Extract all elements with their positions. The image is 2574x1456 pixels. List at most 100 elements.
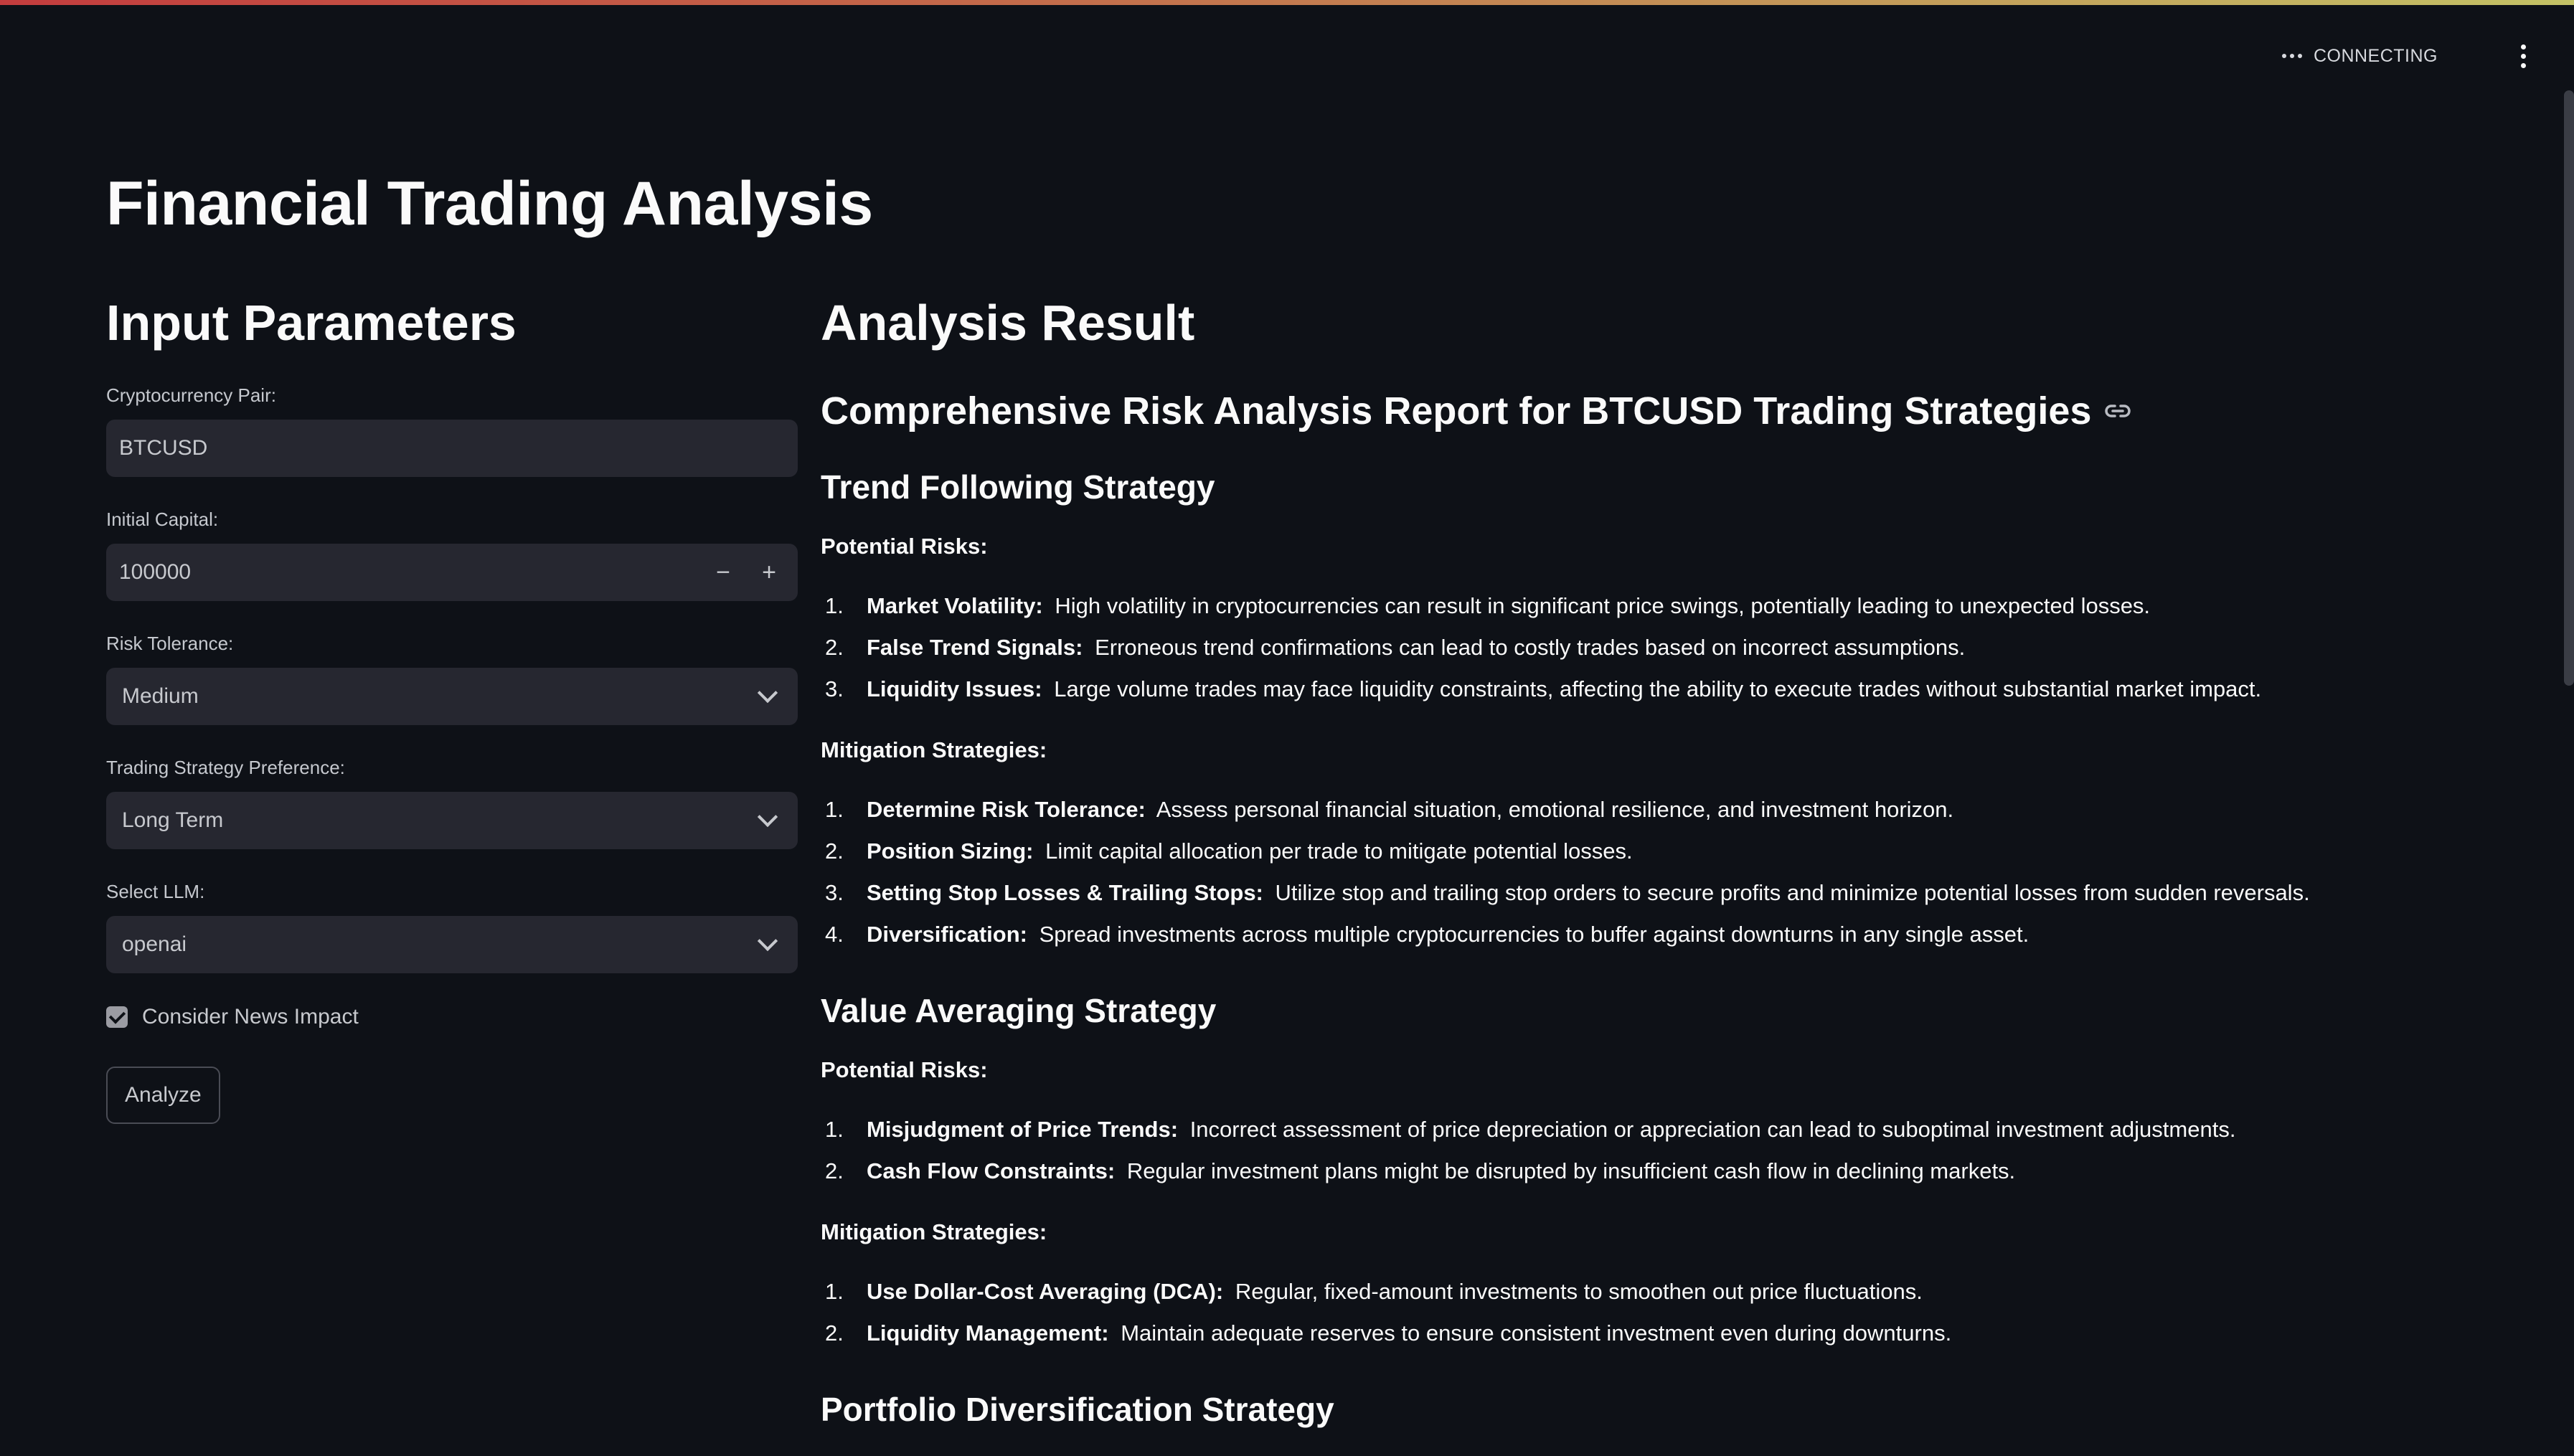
list-number: 2. [825,838,844,864]
strategy-title: Value Averaging Strategy [821,992,1217,1029]
list-number: 1. [825,797,844,822]
chevron-down-icon [757,682,778,704]
news-impact-checkbox-row[interactable]: Consider News Impact [106,1005,798,1029]
mitigation-term: Setting Stop Losses & Trailing Stops: [867,880,1263,905]
risk-text: Erroneous trend confirmations can lead t… [1095,635,1966,660]
result-heading: Analysis Result [821,295,1195,351]
strategy-section-trend-following: Trend Following Strategy Potential Risks… [821,468,2528,955]
mitigation-label: Mitigation Strategies: [821,1219,1047,1244]
mitigation-text: Spread investments across multiple crypt… [1039,922,2030,947]
list-item: 4. Diversification: Spread investments ac… [821,914,2528,955]
risk-term: Market Volatility: [867,593,1043,618]
mitigation-term: Diversification: [867,922,1027,947]
list-number: 2. [825,635,844,660]
risks-label: Potential Risks: [821,534,988,559]
mitigation-text: Assess personal financial situation, emo… [1156,797,1954,822]
list-number: 2. [825,1320,844,1346]
risks-list: 1. Market Volatility: High volatility in … [821,585,2528,710]
initial-capital-value: 100000 [119,560,192,584]
mitigation-label: Mitigation Strategies: [821,737,1047,762]
list-number: 2. [825,1158,844,1183]
strategy-preference-select[interactable]: Long Term [106,792,798,849]
connection-status: CONNECTING [2281,42,2438,70]
more-vertical-icon [2520,44,2526,49]
list-item: 2. Cash Flow Constraints: Regular investm… [821,1150,2528,1192]
risk-text: Regular investment plans might be disrup… [1126,1158,2016,1183]
mitigation-term: Use Dollar-Cost Averaging (DCA): [867,1279,1224,1304]
initial-capital-label: Initial Capital: [106,509,219,530]
decrement-button[interactable]: − [700,559,746,587]
list-item: 1. Use Dollar-Cost Averaging (DCA): Regul… [821,1271,2528,1313]
strategy-preference-field: Trading Strategy Preference: Long Term [106,757,798,849]
page-title: Financial Trading Analysis [106,169,873,238]
chevron-down-icon [757,930,778,952]
initial-capital-input[interactable]: 100000 − + [106,544,798,601]
mitigation-text: Limit capital allocation per trade to mi… [1045,838,1633,864]
news-impact-label: Consider News Impact [142,1005,359,1029]
input-panel: Input Parameters Cryptocurrency Pair: BT… [106,294,798,1124]
risk-text: High volatility in cryptocurrencies can … [1055,593,2151,618]
risk-term: Cash Flow Constraints: [867,1158,1116,1183]
list-number: 4. [825,922,844,947]
risk-tolerance-value: Medium [122,684,199,708]
list-item: 2. False Trend Signals: Erroneous trend c… [821,627,2528,668]
crypto-pair-input[interactable]: BTCUSD [106,420,798,477]
llm-select[interactable]: openai [106,916,798,973]
input-panel-heading: Input Parameters [106,295,517,351]
crypto-pair-value: BTCUSD [119,436,208,460]
report-title-row: Comprehensive Risk Analysis Report for B… [821,389,2528,433]
list-item: 1. Determine Risk Tolerance: Assess perso… [821,789,2528,831]
risk-term: Misjudgment of Price Trends: [867,1117,1179,1142]
risk-term: Liquidity Issues: [867,676,1042,701]
anchor-link-icon[interactable] [2104,402,2131,420]
list-number: 3. [825,676,844,701]
risk-text: Incorrect assessment of price depreciati… [1189,1117,2236,1142]
risk-tolerance-select[interactable]: Medium [106,668,798,725]
list-item: 3. Liquidity Issues: Large volume trades … [821,668,2528,710]
mitigation-term: Position Sizing: [867,838,1034,864]
llm-label: Select LLM: [106,881,205,902]
mitigation-list: 1. Determine Risk Tolerance: Assess perso… [821,789,2528,955]
list-item: 3. Setting Stop Losses & Trailing Stops: … [821,872,2528,914]
list-number: 1. [825,593,844,618]
risk-tolerance-label: Risk Tolerance: [106,633,234,654]
strategy-title: Trend Following Strategy [821,468,1215,506]
mitigation-term: Liquidity Management: [867,1320,1109,1346]
increment-button[interactable]: + [746,559,792,587]
checkmark-icon [108,1006,126,1024]
list-item: 1. Market Volatility: High volatility in … [821,585,2528,627]
analyze-button[interactable]: Analyze [106,1067,220,1124]
llm-field: Select LLM: openai [106,881,798,973]
initial-capital-field: Initial Capital: 100000 − + [106,509,798,601]
ellipsis-icon [2281,54,2302,58]
mitigation-text: Regular, fixed-amount investments to smo… [1235,1279,1923,1304]
list-item: 2. Liquidity Management: Maintain adequat… [821,1313,2528,1354]
risk-term: False Trend Signals: [867,635,1083,660]
mitigation-list: 1. Use Dollar-Cost Averaging (DCA): Regul… [821,1271,2528,1354]
strategy-preference-value: Long Term [122,808,224,832]
strategy-preference-label: Trading Strategy Preference: [106,757,345,778]
list-number: 1. [825,1117,844,1142]
strategy-section-value-averaging: Value Averaging Strategy Potential Risks… [821,991,2528,1354]
llm-value: openai [122,932,187,956]
risks-list: 1. Misjudgment of Price Trends: Incorrect… [821,1109,2528,1192]
risks-label: Potential Risks: [821,1057,988,1082]
mitigation-text: Maintain adequate reserves to ensure con… [1121,1320,1952,1346]
news-impact-checkbox[interactable] [106,1006,128,1028]
analysis-result-panel: Analysis Result Comprehensive Risk Analy… [821,294,2528,1456]
mitigation-term: Determine Risk Tolerance: [867,797,1146,822]
status-text: CONNECTING [2313,45,2438,66]
crypto-pair-field: Cryptocurrency Pair: BTCUSD [106,384,798,477]
list-item: 2. Position Sizing: Limit capital allocat… [821,831,2528,872]
main-menu-button[interactable] [2512,42,2534,70]
list-number: 1. [825,1279,844,1304]
top-decoration-bar [0,0,2574,5]
risk-text: Large volume trades may face liquidity c… [1054,676,2262,701]
mitigation-text: Utilize stop and trailing stop orders to… [1275,880,2310,905]
page-scrollbar[interactable] [2564,90,2574,686]
list-number: 3. [825,880,844,905]
list-item: 1. Misjudgment of Price Trends: Incorrect… [821,1109,2528,1150]
next-strategy-title: Portfolio Diversification Strategy [821,1391,1334,1428]
chevron-down-icon [757,806,778,828]
risk-tolerance-field: Risk Tolerance: Medium [106,633,798,725]
